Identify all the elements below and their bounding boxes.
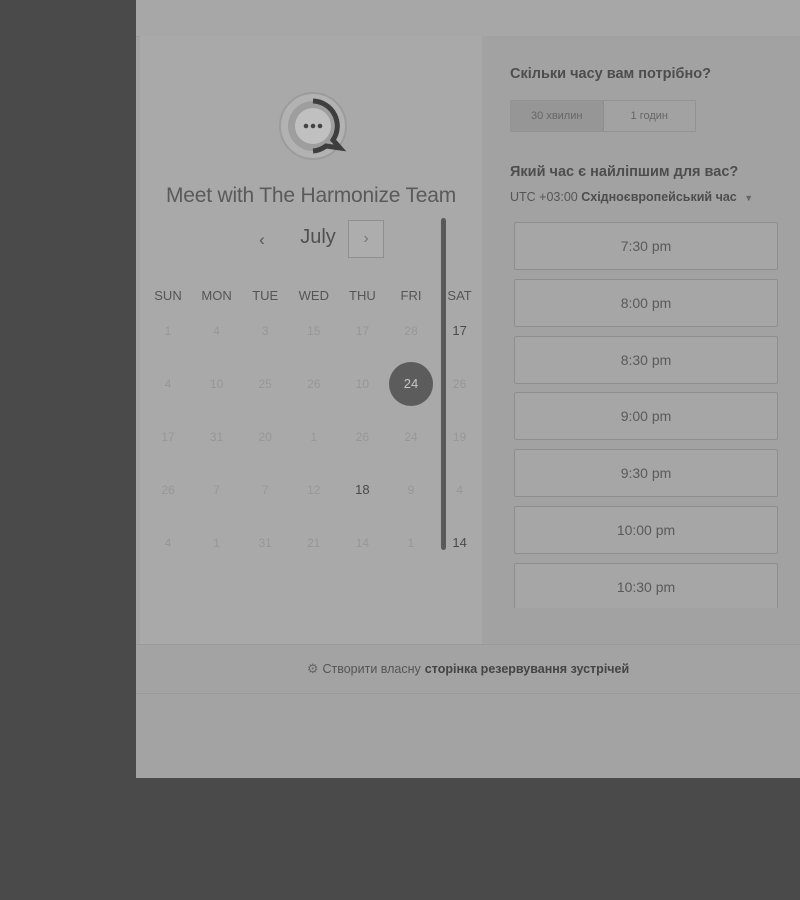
selected-day-label: 24 <box>389 362 433 406</box>
calendar-day: 25 <box>258 377 272 391</box>
calendar-day: 7 <box>213 483 220 497</box>
calendar-day: 4 <box>164 377 172 391</box>
calendar-day: 31 <box>209 430 224 444</box>
calendar-day: 1 <box>213 536 220 550</box>
calendar-day: 20 <box>258 430 272 444</box>
calendar-day: 12 <box>307 483 321 497</box>
calendar-day: 4 <box>213 324 220 338</box>
time-slot-button[interactable]: 9:00 pm <box>514 392 778 441</box>
calendar-day: 9 <box>407 483 415 497</box>
duration-option-30[interactable]: 30 хвилин <box>511 101 604 131</box>
calendar-day[interactable]: 18 <box>338 468 386 512</box>
footer-prefix: Створити власну <box>322 662 421 676</box>
time-slot-button[interactable]: 8:00 pm <box>514 278 778 327</box>
duration-question: Скільки часу вам потрібно? <box>510 66 711 82</box>
duration-selector: 30 хвилин 1 годин <box>510 100 696 132</box>
calendar-day: 4 <box>164 536 172 550</box>
calendar-day: 28 <box>404 324 418 338</box>
weekday-mon: MON <box>201 288 232 303</box>
time-question: Який час є найліпшим для вас? <box>510 164 739 180</box>
page-header-bar <box>136 0 800 37</box>
calendar-day: 7 <box>261 483 269 497</box>
calendar-day: 24 <box>404 430 418 444</box>
month-label: July <box>300 226 336 248</box>
slot-scrollbar[interactable] <box>441 218 446 550</box>
weekday-sun: SUN <box>154 288 182 303</box>
calendar-day: 17 <box>355 324 370 338</box>
weekday-header: SUN MON TUE WED THU FRI SAT <box>144 288 486 308</box>
calendar-day: 1 <box>164 324 172 338</box>
weekday-wed: WED <box>298 288 329 303</box>
sprocket-icon: ⚙ <box>306 661 319 676</box>
weekday-fri: FRI <box>400 288 422 303</box>
timezone-selector[interactable]: UTC +03:00 Східноєвропейський час ▼ <box>510 190 753 204</box>
time-slot-button[interactable]: 8:30 pm <box>514 335 778 384</box>
timezone-name: Східноєвропейський час <box>581 190 737 204</box>
duration-option-60[interactable]: 1 годин <box>604 101 696 131</box>
footer-link-bar[interactable]: ⚙ Створити власну сторінка резервування … <box>136 644 800 694</box>
page-container: Meet with The Harmonize Team ‹ July › SU… <box>136 0 800 778</box>
calendar-day-selected[interactable]: 24 <box>387 362 435 406</box>
calendar-day: 1 <box>310 430 318 444</box>
meeting-title: Meet with The Harmonize Team <box>165 184 457 207</box>
time-slot-button[interactable]: 10:30 pm <box>514 562 778 608</box>
booking-panel: Скільки часу вам потрібно? 30 хвилин 1 г… <box>482 36 800 644</box>
time-slot-button[interactable]: 9:30 pm <box>514 449 778 498</box>
prev-month-button[interactable]: ‹ <box>250 228 274 252</box>
calendar-day: 26 <box>161 483 175 497</box>
calendar-day: 31 <box>258 536 272 550</box>
next-month-button[interactable]: › <box>348 220 384 258</box>
calendar-day: 15 <box>307 324 321 338</box>
calendar-day: 17 <box>161 430 175 444</box>
calendar-day: 3 <box>261 324 269 338</box>
weekday-thu: THU <box>349 288 376 303</box>
time-slot-list: 7:30 pm 8:00 pm 8:30 pm 9:00 pm 9:30 pm 10:00… <box>514 222 780 608</box>
calendar-day: 21 <box>307 536 321 550</box>
time-slot-button[interactable]: 10:00 pm <box>514 506 778 554</box>
calendar-day: 1 <box>407 536 415 550</box>
calendar-day: 10 <box>355 377 370 391</box>
calendar-panel: Meet with The Harmonize Team ‹ July › SU… <box>140 36 482 644</box>
timezone-offset: UTC +03:00 <box>510 190 578 204</box>
calendar-day: 14 <box>355 536 370 550</box>
weekday-tue: TUE <box>252 288 279 303</box>
calendar-day: 10 <box>209 377 224 391</box>
calendar-day: 26 <box>307 377 321 391</box>
time-slot-button[interactable]: 7:30 pm <box>514 222 778 270</box>
month-navigation: ‹ July › <box>140 220 482 260</box>
caret-down-icon: ▼ <box>744 193 754 203</box>
footer-link[interactable]: сторінка резервування зустрічей <box>425 662 629 676</box>
chat-bubble-icon <box>279 92 347 160</box>
calendar-day: 26 <box>355 430 370 444</box>
